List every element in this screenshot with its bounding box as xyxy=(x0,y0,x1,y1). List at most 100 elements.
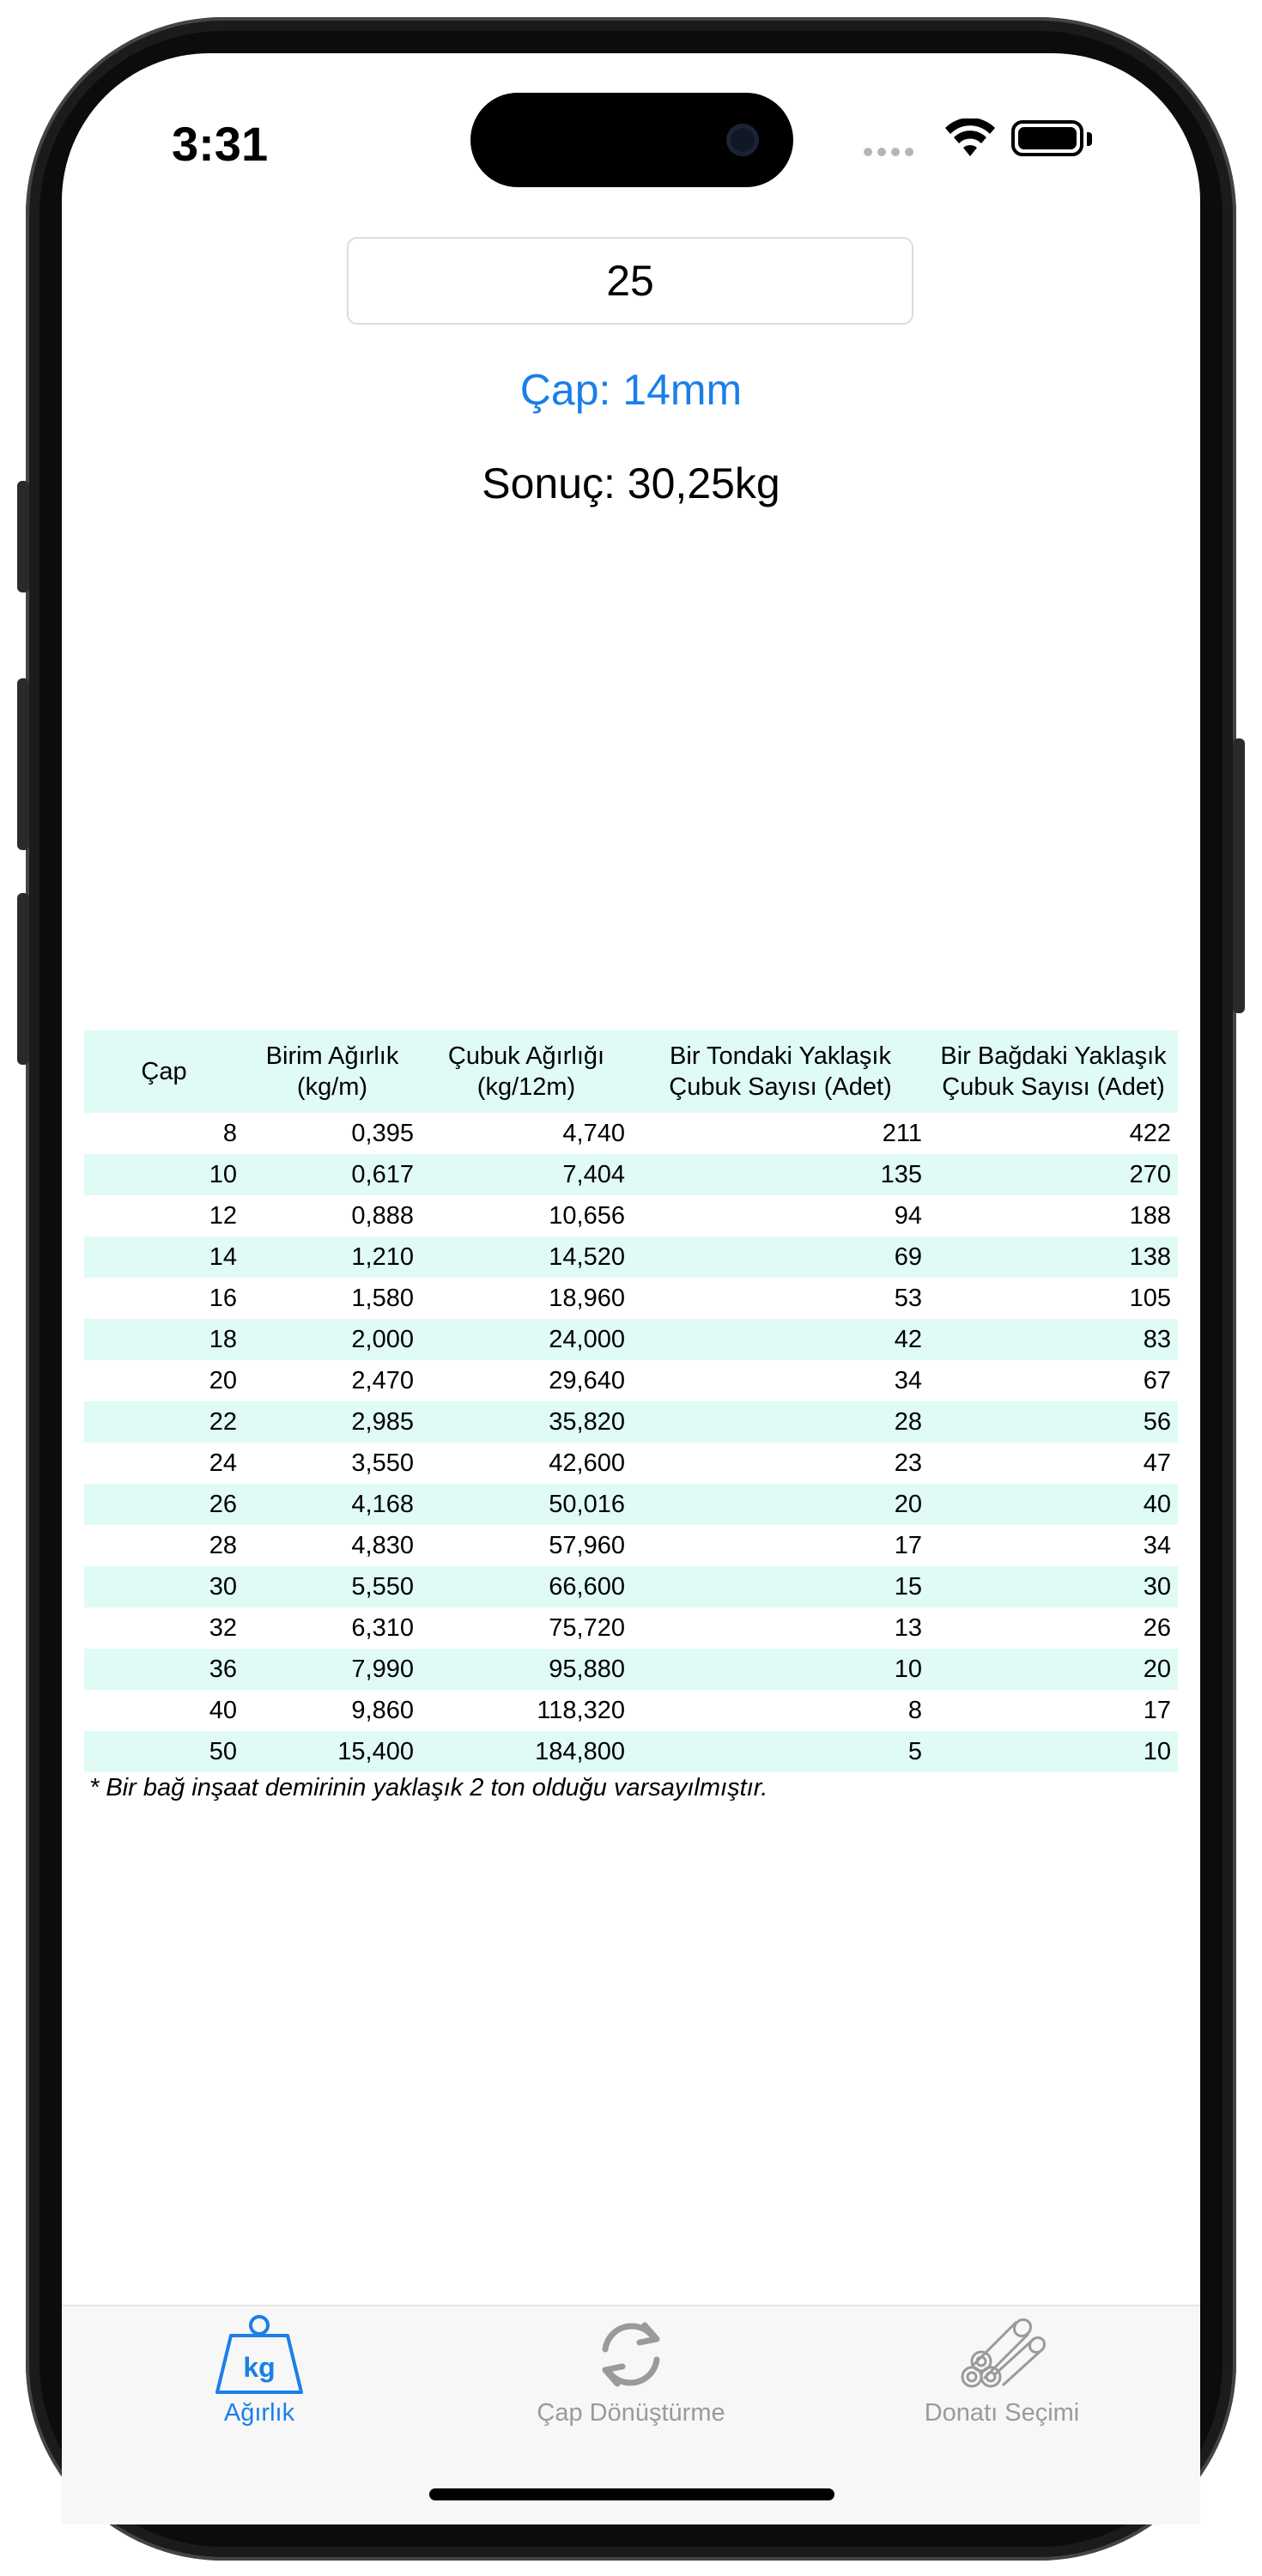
rebar-weight-table: Çap Birim Ağırlık (kg/m) Çubuk Ağırlığı (k… xyxy=(84,1030,1178,1772)
volume-up-button xyxy=(17,678,29,850)
table-cell: 53 xyxy=(894,1284,922,1312)
table-cell: 23 xyxy=(894,1449,922,1477)
table-cell: 24 xyxy=(209,1449,237,1477)
table-row: 24 3,550 42,600 23 47 xyxy=(84,1443,1178,1484)
table-cell: 2,000 xyxy=(351,1325,414,1353)
table-cell: 118,320 xyxy=(537,1696,625,1724)
table-cell: 4,830 xyxy=(351,1531,414,1559)
table-cell: 30 xyxy=(209,1572,237,1601)
table-cell: 2,985 xyxy=(351,1407,414,1436)
header-unit-weight: Birim Ağırlık (kg/m) xyxy=(265,1042,399,1101)
tab-rebar-selection-label: Donatı Seçimi xyxy=(924,2399,1080,2427)
table-row: 28 4,830 57,960 17 34 xyxy=(84,1525,1178,1566)
tab-weight-label: Ağırlık xyxy=(223,2399,295,2427)
table-cell: 8 xyxy=(222,1119,237,1147)
table-cell: 47 xyxy=(1143,1449,1171,1477)
table-row: 14 1,210 14,520 69 138 xyxy=(84,1236,1178,1278)
table-cell: 10,656 xyxy=(549,1201,625,1230)
table-cell: 34 xyxy=(894,1366,922,1394)
table-cell: 50 xyxy=(209,1737,237,1765)
table-cell: 22 xyxy=(209,1407,237,1436)
table-cell: 17 xyxy=(894,1531,922,1559)
table-cell: 35,820 xyxy=(549,1407,625,1436)
table-cell: 75,720 xyxy=(549,1613,625,1642)
table-cell: 18 xyxy=(209,1325,237,1353)
table-cell: 28 xyxy=(209,1531,237,1559)
table-cell: 184,800 xyxy=(535,1737,625,1765)
cellular-signal-icon xyxy=(864,148,913,156)
table-cell: 13 xyxy=(894,1613,922,1642)
table-cell: 4,740 xyxy=(562,1119,625,1147)
table-cell: 56 xyxy=(1143,1407,1171,1436)
table-cell: 6,310 xyxy=(351,1613,414,1642)
table-cell: 28 xyxy=(894,1407,922,1436)
table-cell: 2,470 xyxy=(351,1366,414,1394)
header-bars-per-ton: Bir Tondaki Yaklaşık Çubuk Sayısı (Adet) xyxy=(669,1042,892,1101)
status-time: 3:31 xyxy=(172,117,269,171)
table-cell: 95,880 xyxy=(549,1655,625,1683)
table-cell: 18,960 xyxy=(549,1284,625,1312)
table-cell: 5,550 xyxy=(351,1572,414,1601)
table-cell: 94 xyxy=(894,1201,922,1230)
table-cell: 20 xyxy=(894,1490,922,1518)
table-cell: 83 xyxy=(1143,1325,1171,1353)
table-cell: 16 xyxy=(209,1284,237,1312)
table-header-row: Çap Birim Ağırlık (kg/m) Çubuk Ağırlığı (k… xyxy=(84,1030,1178,1113)
table-cell: 10 xyxy=(1143,1737,1171,1765)
table-row: 8 0,395 4,740 211 422 xyxy=(84,1113,1178,1154)
table-cell: 24,000 xyxy=(549,1325,625,1353)
table-row: 50 15,400 184,800 5 10 xyxy=(84,1731,1178,1772)
table-cell: 57,960 xyxy=(549,1531,625,1559)
selected-diameter-label[interactable]: Çap: 14mm xyxy=(0,365,1262,415)
power-button xyxy=(1233,738,1245,1013)
table-cell: 26 xyxy=(1143,1613,1171,1642)
table-cell: 67 xyxy=(1143,1366,1171,1394)
table-row: 26 4,168 50,016 20 40 xyxy=(84,1484,1178,1525)
table-cell: 270 xyxy=(1129,1160,1171,1188)
table-cell: 36 xyxy=(209,1655,237,1683)
table-cell: 40 xyxy=(1143,1490,1171,1518)
kg-text: kg xyxy=(243,2352,275,2383)
battery-icon xyxy=(1011,120,1083,156)
table-cell: 15 xyxy=(894,1572,922,1601)
rebar-bundle-icon xyxy=(961,2318,1047,2388)
table-cell: 34 xyxy=(1143,1531,1171,1559)
table-cell: 42,600 xyxy=(549,1449,625,1477)
table-row: 16 1,580 18,960 53 105 xyxy=(84,1278,1178,1319)
table-cell: 0,888 xyxy=(351,1201,414,1230)
table-cell: 7,404 xyxy=(562,1160,625,1188)
table-cell: 105 xyxy=(1129,1284,1171,1312)
table-cell: 8 xyxy=(907,1696,922,1724)
header-bars-per-bundle: Bir Bağdaki Yaklaşık Çubuk Sayısı (Adet) xyxy=(940,1042,1167,1101)
table-row: 18 2,000 24,000 42 83 xyxy=(84,1319,1178,1360)
table-cell: 211 xyxy=(882,1119,922,1147)
table-row: 32 6,310 75,720 13 26 xyxy=(84,1607,1178,1649)
table-cell: 40 xyxy=(209,1696,237,1724)
table-cell: 0,617 xyxy=(351,1160,414,1188)
table-cell: 69 xyxy=(894,1242,922,1271)
table-cell: 32 xyxy=(209,1613,237,1642)
table-cell: 1,580 xyxy=(351,1284,414,1312)
length-input[interactable]: 25 xyxy=(347,237,913,325)
table-cell: 422 xyxy=(1129,1119,1171,1147)
table-cell: 9,860 xyxy=(351,1696,414,1724)
table-cell: 7,990 xyxy=(351,1655,414,1683)
table-row: 40 9,860 118,320 8 17 xyxy=(84,1690,1178,1731)
dynamic-island xyxy=(470,93,793,187)
table-cell: 50,016 xyxy=(549,1490,625,1518)
table-cell: 10 xyxy=(894,1655,922,1683)
table-cell: 12 xyxy=(209,1201,237,1230)
kg-weight-icon: kg xyxy=(215,2315,303,2394)
table-cell: 188 xyxy=(1129,1201,1171,1230)
table-cell: 15,400 xyxy=(337,1737,414,1765)
table-cell: 4,168 xyxy=(351,1490,414,1518)
table-footnote: * Bir bağ inşaat demirinin yaklaşık 2 to… xyxy=(89,1774,768,1801)
table-row: 10 0,617 7,404 135 270 xyxy=(84,1154,1178,1195)
table-cell: 5 xyxy=(907,1737,922,1765)
table-cell: 10 xyxy=(209,1160,237,1188)
header-bar-weight: Çubuk Ağırlığı (kg/12m) xyxy=(447,1042,605,1101)
table-row: 30 5,550 66,600 15 30 xyxy=(84,1566,1178,1607)
table-cell: 1,210 xyxy=(351,1242,414,1271)
table-cell: 26 xyxy=(209,1490,237,1518)
table-row: 20 2,470 29,640 34 67 xyxy=(84,1360,1178,1401)
